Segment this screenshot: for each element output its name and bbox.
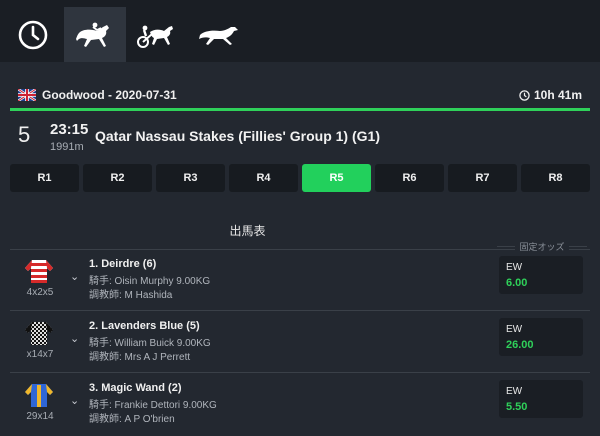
chevron-down-icon[interactable]: ⌄ (70, 332, 79, 345)
odds-header-text: 固定オッズ (515, 242, 569, 252)
race-tabs: R1 R2 R3 R4 R5 R6 R7 R8 (10, 164, 590, 192)
clock-small-icon (519, 89, 530, 101)
silk-code: 4x2x5 (26, 287, 54, 298)
countdown: 10h 41m (519, 88, 582, 102)
event-header: Goodwood - 2020-07-31 10h 41m (10, 82, 590, 108)
silk-code: 29x14 (26, 411, 54, 422)
odds-button[interactable]: EW 6.00 (499, 256, 583, 294)
clock-icon (18, 20, 48, 49)
row-divider (10, 372, 590, 373)
greyhound-icon (199, 26, 238, 45)
accent-divider (10, 108, 590, 111)
tab-r6[interactable]: R6 (375, 164, 444, 192)
odds-value: 5.50 (506, 401, 528, 413)
runner-trainer: 調教師: M Hashida (89, 290, 173, 301)
tab-r5[interactable]: R5 (302, 164, 371, 192)
tab-r2[interactable]: R2 (83, 164, 152, 192)
odds-button[interactable]: EW 5.50 (499, 380, 583, 418)
runner-jockey: 騎手: Oisin Murphy 9.00KG (89, 276, 211, 287)
row-divider (10, 249, 590, 250)
runner-name: 1. Deirdre (6) (89, 258, 157, 270)
runner-row[interactable]: 29x14 ⌄ 3. Magic Wand (2) 騎手: Frankie De… (10, 380, 590, 436)
jockey-silk-icon (25, 322, 53, 345)
uk-flag-icon (18, 89, 36, 101)
odds-value: 26.00 (506, 339, 534, 351)
runner-trainer: 調教師: A P O'brien (89, 414, 175, 425)
harness-racing-icon (137, 25, 173, 48)
race-name: Qatar Nassau Stakes (Fillies' Group 1) (… (95, 128, 380, 144)
race-distance: 1991m (50, 141, 84, 153)
runner-row[interactable]: x14x7 ⌄ 2. Lavenders Blue (5) 騎手: Willia… (10, 318, 590, 375)
runner-jockey: 騎手: William Buick 9.00KG (89, 338, 211, 349)
odds-type: EW (506, 386, 523, 397)
runner-name: 2. Lavenders Blue (5) (89, 320, 200, 332)
silk-code: x14x7 (26, 349, 54, 360)
horse-racing-icon (76, 22, 109, 47)
tab-greyhound[interactable] (188, 7, 250, 62)
runner-row[interactable]: 4x2x5 ⌄ 1. Deirdre (6) 騎手: Oisin Murphy … (10, 256, 590, 313)
odds-header: 固定オッズ (497, 240, 587, 253)
runner-trainer: 調教師: Mrs A J Perrett (89, 352, 191, 363)
tab-harness-racing[interactable] (126, 7, 188, 62)
race-number: 5 (18, 122, 31, 147)
event-title: Goodwood - 2020-07-31 (42, 88, 177, 102)
odds-value: 6.00 (506, 277, 528, 289)
tab-horse-racing[interactable] (64, 7, 126, 62)
tab-r7[interactable]: R7 (448, 164, 517, 192)
odds-button[interactable]: EW 26.00 (499, 318, 583, 356)
tab-r1[interactable]: R1 (10, 164, 79, 192)
jockey-silk-icon (25, 260, 53, 283)
sport-nav (0, 0, 600, 62)
row-divider (10, 310, 590, 311)
race-time: 23:15 (50, 121, 89, 138)
tab-clock[interactable] (2, 7, 64, 62)
runner-name: 3. Magic Wand (2) (89, 382, 182, 394)
tab-r4[interactable]: R4 (229, 164, 298, 192)
odds-type: EW (506, 262, 523, 273)
chevron-down-icon[interactable]: ⌄ (70, 394, 79, 407)
tab-r8[interactable]: R8 (521, 164, 590, 192)
odds-type: EW (506, 324, 523, 335)
jockey-silk-icon (25, 384, 53, 407)
racecard-title: 出馬表 (229, 224, 266, 238)
countdown-text: 10h 41m (533, 88, 582, 102)
tab-r3[interactable]: R3 (156, 164, 225, 192)
chevron-down-icon[interactable]: ⌄ (70, 270, 79, 283)
runner-jockey: 騎手: Frankie Dettori 9.00KG (89, 400, 217, 411)
